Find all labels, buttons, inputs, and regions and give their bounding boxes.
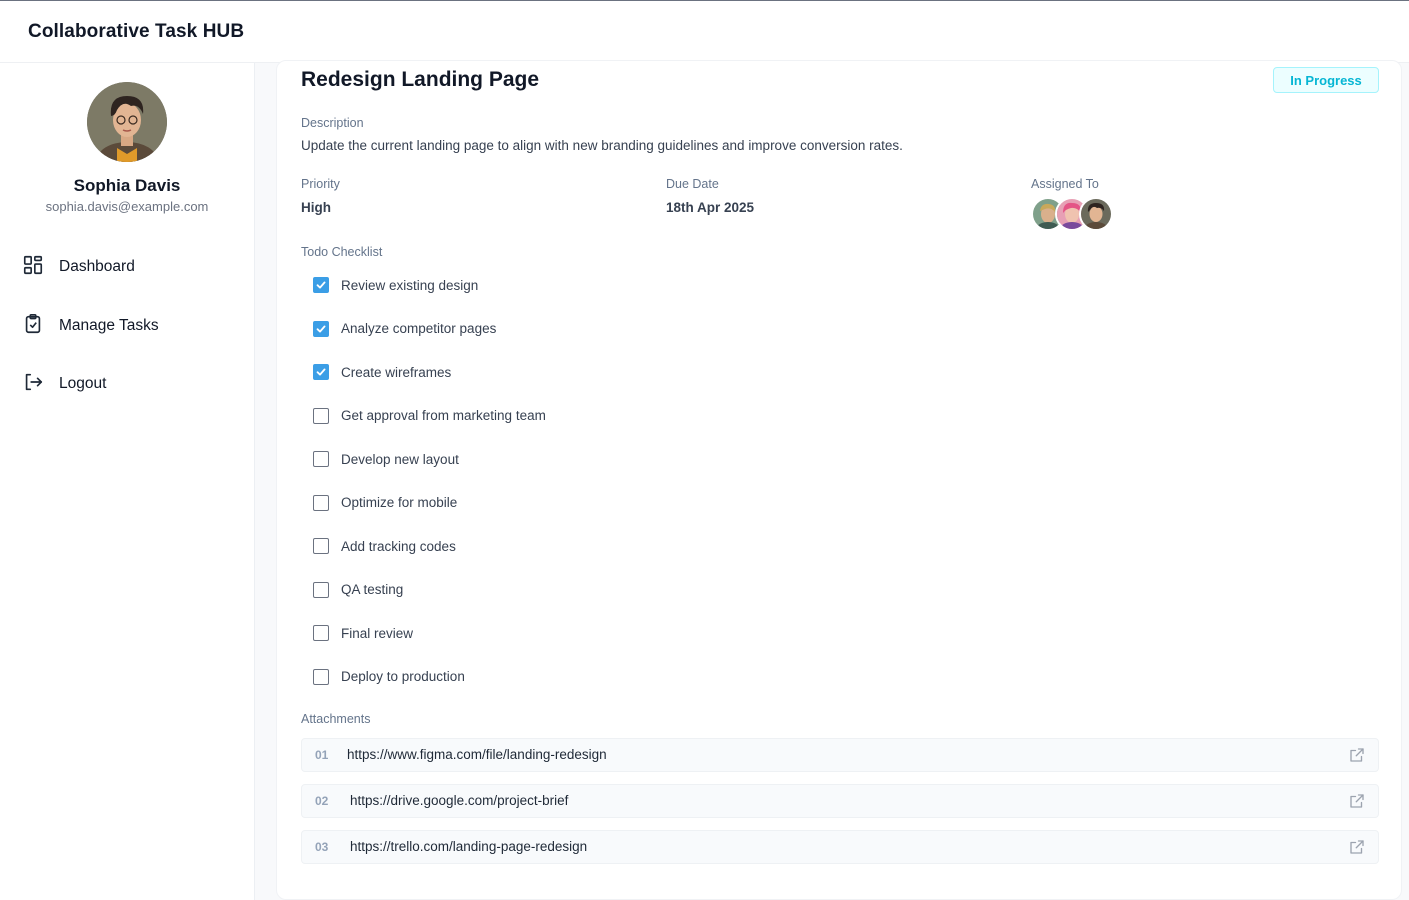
checklist-item[interactable]: Analyze competitor pages xyxy=(313,319,496,339)
user-name: Sophia Davis xyxy=(73,176,181,195)
task-detail-card: Redesign Landing Page In Progress Descri… xyxy=(276,60,1402,900)
description-label: Description xyxy=(301,116,364,130)
checklist-item-label: Final review xyxy=(341,625,414,641)
top-bar: Collaborative Task HUB xyxy=(0,0,1409,63)
checkbox[interactable] xyxy=(313,625,329,641)
checkbox[interactable] xyxy=(313,451,329,467)
dashboard-icon xyxy=(22,254,44,281)
attachment-row[interactable]: 03 https://trello.com/landing-page-redesi… xyxy=(301,830,1379,864)
attachment-link[interactable]: https://www.figma.com/file/landing-redes… xyxy=(347,747,607,762)
attachment-number: 01 xyxy=(315,748,329,762)
checklist-item[interactable]: Deploy to production xyxy=(313,667,465,687)
attachment-link[interactable]: https://trello.com/landing-page-redesign xyxy=(350,839,587,854)
app-title: Collaborative Task HUB xyxy=(28,21,245,42)
sidebar-item-manage-tasks[interactable]: Manage Tasks xyxy=(22,313,232,339)
description-text: Update the current landing page to align… xyxy=(301,138,903,153)
checklist-item[interactable]: Optimize for mobile xyxy=(313,493,457,513)
checkbox[interactable] xyxy=(313,407,329,424)
checkbox[interactable] xyxy=(313,277,329,293)
checkbox[interactable] xyxy=(313,364,329,380)
checklist-item-label: Get approval from marketing team xyxy=(341,408,546,423)
assignee-avatars xyxy=(1031,197,1113,231)
status-badge: In Progress xyxy=(1273,67,1379,93)
external-link-icon[interactable] xyxy=(1348,746,1366,764)
external-link-icon[interactable] xyxy=(1348,792,1366,810)
checklist-item[interactable]: Add tracking codes xyxy=(313,536,456,556)
priority-label: Priority xyxy=(301,177,340,191)
checklist-item-label: Optimize for mobile xyxy=(341,495,458,510)
due-date-value: 18th Apr 2025 xyxy=(666,200,755,215)
attachment-number: 02 xyxy=(315,794,329,808)
attachment-row[interactable]: 01 https://www.figma.com/file/landing-red… xyxy=(301,738,1379,772)
checkbox[interactable] xyxy=(313,320,329,337)
checklist-item[interactable]: Create wireframes xyxy=(313,362,451,382)
task-title: Redesign Landing Page xyxy=(301,68,540,91)
sidebar-item-label: Dashboard xyxy=(59,258,135,275)
avatar xyxy=(1079,197,1113,231)
assigned-to-label: Assigned To xyxy=(1031,177,1099,191)
checklist-item-label: Analyze competitor pages xyxy=(341,321,497,336)
sidebar-item-logout[interactable]: Logout xyxy=(22,371,232,397)
due-date-label: Due Date xyxy=(666,177,719,191)
logout-icon xyxy=(22,371,44,398)
external-link-icon[interactable] xyxy=(1348,838,1366,856)
priority-value: High xyxy=(301,200,331,215)
checklist-item-label: Add tracking codes xyxy=(341,538,456,554)
sidebar: Sophia Davis sophia.davis@example.com Da… xyxy=(0,63,255,900)
attachments-label: Attachments xyxy=(301,712,371,726)
checklist-item[interactable]: Get approval from marketing team xyxy=(313,406,546,426)
avatar xyxy=(87,82,167,162)
sidebar-item-dashboard[interactable]: Dashboard xyxy=(22,254,232,280)
sidebar-item-label: Manage Tasks xyxy=(59,317,159,334)
attachment-number: 03 xyxy=(315,840,329,854)
checkbox[interactable] xyxy=(313,538,329,554)
checklist-item[interactable]: Final review xyxy=(313,623,413,643)
checkmark-icon xyxy=(316,368,326,376)
checklist-item-label: Deploy to production xyxy=(341,669,465,684)
checkbox[interactable] xyxy=(313,494,329,511)
checklist-item-label: Develop new layout xyxy=(341,451,459,467)
attachment-row[interactable]: 02 https://drive.google.com/project-brief xyxy=(301,784,1379,818)
clipboard-check-icon xyxy=(22,313,44,340)
checkmark-icon xyxy=(316,325,326,332)
checklist-item-label: QA testing xyxy=(341,582,404,597)
checklist-item-label: Review existing design xyxy=(341,277,479,293)
checkbox[interactable] xyxy=(313,668,329,685)
checkmark-icon xyxy=(316,281,326,289)
user-email: sophia.davis@example.com xyxy=(45,199,209,214)
todo-checklist-label: Todo Checklist xyxy=(301,245,383,259)
sidebar-item-label: Logout xyxy=(59,375,107,392)
attachment-link[interactable]: https://drive.google.com/project-brief xyxy=(350,793,568,808)
checklist-item[interactable]: QA testing xyxy=(313,580,403,600)
checklist-item[interactable]: Develop new layout xyxy=(313,449,459,469)
checklist-item-label: Create wireframes xyxy=(341,364,452,380)
checkbox[interactable] xyxy=(313,581,329,598)
checklist-item[interactable]: Review existing design xyxy=(313,275,478,295)
